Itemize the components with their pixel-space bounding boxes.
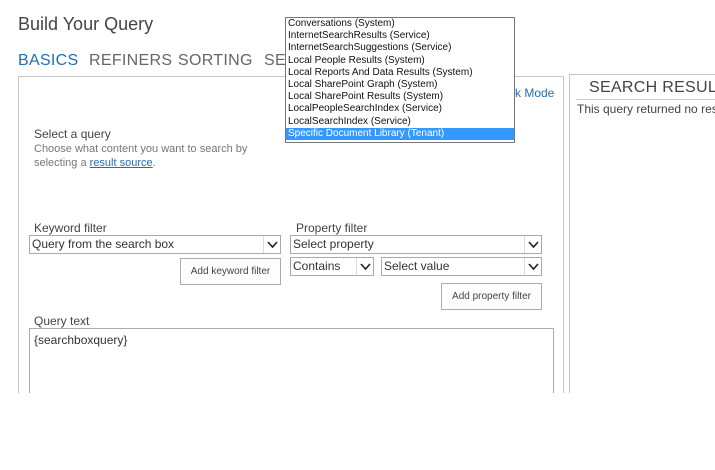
operator-select-value: Contains [293, 259, 341, 273]
operator-select[interactable]: Contains [290, 257, 374, 276]
tab-settings[interactable]: SE [264, 52, 286, 70]
query-text-input[interactable]: {searchboxquery} [29, 328, 554, 398]
dropdown-option[interactable]: Local Reports And Data Results (System) [286, 67, 514, 79]
search-results-title: SEARCH RESULT [589, 79, 715, 96]
keyword-filter-value: Query from the search box [32, 237, 175, 251]
property-filter-label: Property filter [296, 221, 368, 235]
chevron-down-icon [263, 236, 280, 253]
chevron-down-icon [524, 236, 541, 253]
select-query-description-prefix: selecting a [34, 157, 90, 169]
add-keyword-filter-button[interactable]: Add keyword filter [180, 258, 281, 285]
property-value-select[interactable]: Select value [381, 257, 542, 276]
property-select[interactable]: Select property [290, 235, 542, 254]
property-select-value: Select property [293, 237, 374, 251]
select-query-description-suffix: . [152, 157, 156, 169]
page-title: Build Your Query [18, 14, 154, 34]
switch-mode-link[interactable]: k Mode [515, 86, 554, 100]
dropdown-option[interactable]: Conversations (System) [286, 18, 514, 30]
dropdown-option[interactable]: InternetSearchSuggestions (Service) [286, 42, 514, 54]
dropdown-option[interactable]: InternetSearchResults (Service) [286, 30, 514, 42]
dropdown-option[interactable]: LocalSearchIndex (Service) [286, 116, 514, 128]
tab-refiners[interactable]: REFINERS [89, 52, 172, 70]
dropdown-option[interactable]: Local People Results (System) [286, 55, 514, 67]
chevron-down-icon [524, 258, 541, 275]
page-bottom-blank [0, 393, 715, 470]
select-query-description-line1: Choose what content you want to search b… [34, 143, 248, 155]
add-property-filter-button[interactable]: Add property filter [441, 283, 542, 310]
query-text-label: Query text [34, 314, 90, 328]
dropdown-option[interactable]: LocalPeopleSearchIndex (Service) [286, 103, 514, 115]
chevron-down-icon [356, 258, 373, 275]
results-message: This query returned no resu [577, 102, 715, 116]
search-results-panel: SEARCH RESULT This query returned no res… [569, 74, 715, 396]
tab-sorting[interactable]: SORTING [178, 52, 253, 70]
select-query-label: Select a query [34, 127, 111, 141]
result-source-dropdown-list[interactable]: Conversations (System) InternetSearchRes… [285, 17, 515, 143]
results-divider [576, 99, 715, 100]
keyword-filter-select[interactable]: Query from the search box [29, 235, 281, 254]
property-value-select-value: Select value [384, 259, 450, 273]
keyword-filter-label: Keyword filter [34, 221, 107, 235]
result-source-link[interactable]: result source [90, 157, 153, 169]
dropdown-option[interactable]: Local SharePoint Results (System) [286, 91, 514, 103]
dropdown-option[interactable]: Local SharePoint Graph (System) [286, 79, 514, 91]
dropdown-option-selected[interactable]: Specific Document Library (Tenant) [286, 127, 514, 140]
select-query-description-line2: selecting a result source. [34, 156, 274, 170]
select-query-description: Choose what content you want to search b… [34, 142, 274, 170]
tab-basics[interactable]: BASICS [18, 52, 79, 70]
